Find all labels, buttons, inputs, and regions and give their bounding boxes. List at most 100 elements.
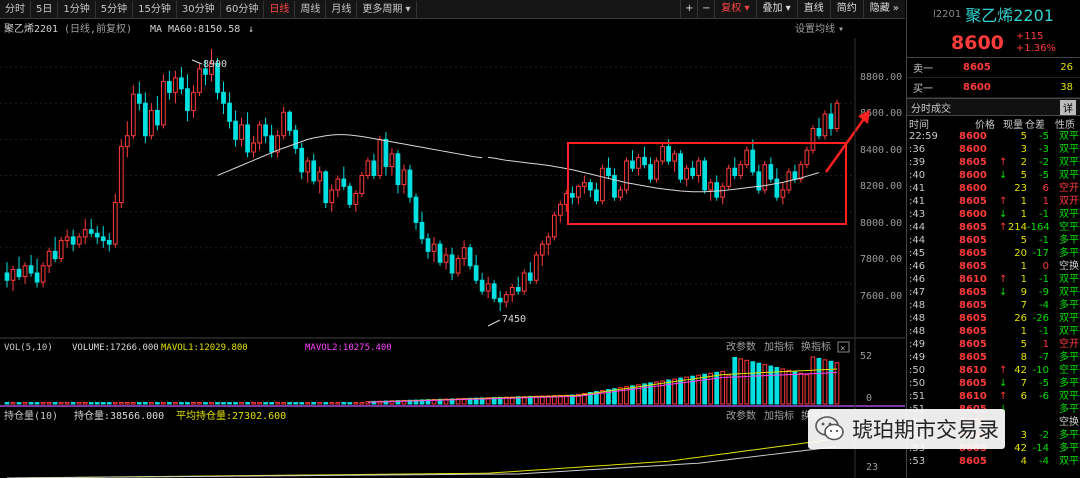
trade-chg: -6 (1039, 391, 1049, 402)
candle-body (648, 164, 653, 180)
candle-body (497, 297, 503, 303)
detail-button[interactable]: 详 (1060, 99, 1076, 115)
period-tab[interactable]: 月线 (326, 0, 358, 18)
high-pointer (191, 59, 203, 65)
zoom-in-button[interactable]: + (680, 0, 697, 18)
candle-body (365, 160, 371, 176)
trade-price: 8610 (959, 274, 987, 285)
period-tab[interactable]: 60分钟 (221, 0, 265, 18)
simple-mode-button[interactable]: 简约 (829, 0, 863, 18)
trade-qty: 1 (1020, 274, 1027, 285)
adjust-dropdown[interactable]: 复权 ▾ (714, 0, 755, 18)
trade-nature: 多平 (1059, 404, 1079, 415)
trade-qty: 5 (1020, 131, 1027, 142)
period-tab[interactable]: 周线 (295, 0, 327, 18)
period-tab[interactable]: 1分钟 (58, 0, 96, 18)
volume-bar (10, 402, 16, 405)
candle-body (569, 193, 575, 198)
vol-switch-indicator-button[interactable]: 换指标 (801, 340, 831, 353)
trade-price: 8600 (959, 209, 987, 220)
vol-add-indicator-button[interactable]: 加指标 (764, 340, 794, 353)
overlay-dropdown[interactable]: 叠加 ▾ (755, 0, 797, 18)
volume-bar (714, 371, 720, 405)
period-tab[interactable]: 5日 (31, 0, 59, 18)
candle-body (70, 236, 76, 245)
cycle-label: (日线,前复权) (64, 22, 132, 35)
candle-body (317, 171, 323, 182)
bid-volume: 38 (1060, 82, 1073, 93)
trade-price: 8605 (959, 235, 987, 246)
candle-body (539, 243, 545, 256)
candle-body (828, 113, 834, 130)
candle-body (455, 258, 461, 274)
trade-qty: 26 (1014, 313, 1027, 324)
set-ma-chevron-icon[interactable]: ▾ (838, 24, 844, 35)
col-qty: 现量 (1003, 119, 1023, 131)
candle-body (22, 265, 28, 278)
more-periods-dropdown[interactable]: 更多周期 ▾ (357, 0, 417, 18)
line-type-button[interactable]: 直线 (796, 0, 830, 18)
bid-row: 买一 8600 38 (907, 78, 1080, 98)
volume-bar (732, 356, 738, 405)
vol-close-glyph[interactable]: × (840, 344, 845, 354)
period-tab[interactable]: 分时 (0, 0, 31, 18)
oi-add-indicator-button[interactable]: 加指标 (764, 409, 794, 422)
trade-arrow: ↓ (999, 209, 1008, 220)
trade-time: :48 (909, 313, 926, 324)
ma60-line (217, 134, 483, 176)
ma-label: MA (150, 24, 162, 35)
trade-arrow: ↓ (999, 170, 1008, 181)
candle-body (582, 182, 587, 187)
volume-bar (118, 402, 124, 405)
candle-body (708, 182, 714, 191)
set-ma-button[interactable]: 设置均线 (795, 22, 835, 35)
vol-edit-params-button[interactable]: 改参数 (726, 340, 756, 353)
trade-arrow: ↑ (999, 157, 1008, 168)
candle-body (28, 265, 34, 274)
candle-body (774, 178, 780, 198)
chart-area[interactable]: 聚乙烯2201 (日线,前复权) MA MA60:8150.58 ↓ 设置均线 … (0, 20, 905, 478)
volume-bar (34, 402, 40, 405)
trade-price: 8605 (959, 378, 987, 389)
trade-price: 8605 (959, 222, 987, 233)
trade-qty: 214 (1007, 222, 1027, 233)
trading-window: 分时 5日 1分钟 5分钟 15分钟 30分钟 60分钟 日线 周线 月线 更多… (0, 0, 1080, 478)
volume-bar (335, 402, 341, 405)
quote-panel: l2201 聚乙烯2201 8600 +115 +1.36% 卖一 8605 2… (906, 0, 1080, 478)
trade-price: 8605 (959, 300, 987, 311)
volume-bar (161, 402, 166, 405)
volume-bar (148, 402, 154, 405)
contract-name: 聚乙烯2201 (965, 6, 1054, 25)
period-tab[interactable]: 15分钟 (133, 0, 177, 18)
trade-time: :46 (909, 274, 926, 285)
period-tab[interactable]: 5分钟 (96, 0, 134, 18)
hide-button[interactable]: 隐藏 » (862, 0, 905, 18)
trade-price: 8605 (959, 157, 987, 168)
volume-bar (744, 359, 750, 405)
mavol2-value: MAVOL2:10275.400 (305, 343, 392, 353)
period-tab-daily[interactable]: 日线 (264, 0, 296, 18)
candle-body (401, 169, 407, 186)
volume-bar (275, 402, 281, 405)
price-change-pct: +1.36% (1015, 42, 1057, 54)
trade-time: :44 (909, 235, 926, 246)
volume-bar (828, 360, 834, 405)
trade-nature: 双平 (1059, 326, 1079, 337)
candle-body (52, 250, 58, 260)
candle-body (768, 164, 774, 180)
chart-svg[interactable]: 聚乙烯2201 (日线,前复权) MA MA60:8150.58 ↓ 设置均线 … (0, 20, 905, 478)
zoom-out-button[interactable]: − (697, 0, 714, 18)
trade-time: :41 (909, 183, 926, 194)
volume-bar (804, 374, 810, 405)
volume-bar (263, 402, 268, 405)
candle-body (804, 149, 810, 166)
trade-row: :50 8605 ↓ 7 -5 多平 (907, 377, 1080, 390)
period-tab[interactable]: 30分钟 (177, 0, 221, 18)
trade-nature: 双平 (1059, 313, 1079, 324)
vol-label: VOL(5,10) (4, 343, 53, 353)
trade-time: :43 (909, 209, 926, 220)
trade-time: :50 (909, 365, 926, 376)
oi-edit-params-button[interactable]: 改参数 (726, 409, 756, 422)
candle-body (10, 268, 16, 281)
volume-bar (672, 378, 677, 405)
